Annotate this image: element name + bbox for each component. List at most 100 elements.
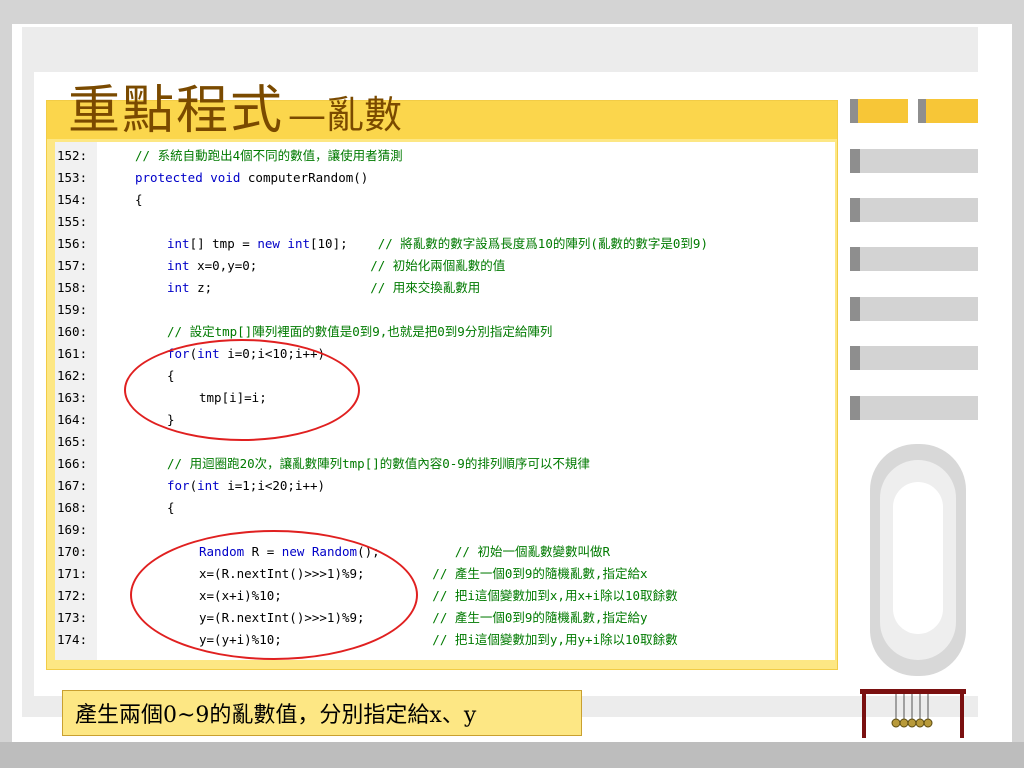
decor-bar [918,99,978,123]
decor-oval [893,482,943,634]
decor-bar [850,149,978,173]
line-number: 156: [57,236,88,251]
decor-bar [850,396,860,420]
code-line: 169: [55,519,835,541]
line-number: 160: [57,324,88,339]
code-line: 155: [55,211,835,233]
code-line: 154: { [55,189,835,211]
code-keyword: void [210,170,241,185]
decor-bar [850,149,860,173]
decor-bar [918,99,926,123]
code-text: // 系統自動跑出4個不同的數值，讓使用者猜測 [135,145,403,167]
decor-bar [850,346,860,370]
code-keyword: int [287,236,310,251]
slide-title-main: 重點程式 [68,81,285,141]
code-comment: // 將亂數的數字設爲長度爲10的陣列(亂數的數字是0到9) [377,236,708,251]
line-number: 161: [57,346,88,361]
code-line: 166: // 用迴圈跑20次，讓亂數陣列tmp[]的數值內容0-9的排列順序可以… [55,453,835,475]
line-number: 172: [57,588,88,603]
code-comment: // 把i這個變數加到y,用y+i除以10取餘數 [432,632,678,647]
code-token: computerRandom() [240,170,369,185]
decor-bar [850,99,858,123]
code-keyword: protected [135,170,203,185]
code-token: z; [189,280,371,295]
code-token: { [167,500,175,515]
decor-bar [850,346,978,370]
line-number: 159: [57,302,88,317]
code-keyword: int [167,258,190,273]
code-keyword: new [257,236,280,251]
code-comment: // 初始化兩個亂數的值 [370,258,506,273]
slide-title: 重點程式 —亂數 [68,68,402,141]
line-number: 165: [57,434,88,449]
line-number: 170: [57,544,88,559]
line-number: 166: [57,456,88,471]
code-line: 160: // 設定tmp[]陣列裡面的數值是0到9,也就是把0到9分別指定給陣列 [55,321,835,343]
caption-box: 產生兩個0~9的亂數值，分別指定給x、y [62,690,582,736]
line-number: 171: [57,566,88,581]
code-line: 157: int x=0,y=0; // 初始化兩個亂數的值 [55,255,835,277]
code-keyword: int [167,236,190,251]
decor-bar [850,297,860,321]
decor-bar [850,247,978,271]
code-line: 168: { [55,497,835,519]
newtons-cradle-icon [860,689,966,738]
code-comment: // 產生一個0到9的隨機亂數,指定給x [432,566,648,581]
line-number: 153: [57,170,88,185]
code-token: [10]; [310,236,378,251]
line-number: 158: [57,280,88,295]
code-line: 153: protected void computerRandom() [55,167,835,189]
line-number: 154: [57,192,88,207]
code-text: int x=0,y=0; // 初始化兩個亂數的值 [167,255,505,277]
code-text: { [135,189,143,211]
line-number: 168: [57,500,88,515]
decor-bar [850,198,860,222]
line-number: 164: [57,412,88,427]
bottom-band [0,742,1024,768]
code-comment: // 產生一個0到9的隨機亂數,指定給y [432,610,648,625]
decor-bar [850,297,978,321]
line-number: 167: [57,478,88,493]
code-text: int[] tmp = new int[10]; // 將亂數的數字設爲長度爲1… [167,233,708,255]
decor-bar [850,247,860,271]
decor-bar [850,396,978,420]
highlight-circle [124,339,360,441]
code-text: // 用迴圈跑20次，讓亂數陣列tmp[]的數值內容0-9的排列順序可以不規律 [167,453,590,475]
code-token: [] tmp = [189,236,258,251]
code-line: 152: // 系統自動跑出4個不同的數值，讓使用者猜測 [55,145,835,167]
code-text: { [167,497,175,519]
line-number: 173: [57,610,88,625]
line-number: 162: [57,368,88,383]
code-keyword: for [167,478,190,493]
code-line: 158: int z; // 用來交換亂數用 [55,277,835,299]
highlight-circle [130,530,418,660]
slide-title-suffix: —亂數 [288,93,403,137]
code-comment: // 系統自動跑出4個不同的數值，讓使用者猜測 [135,148,403,163]
code-line: 165: [55,431,835,453]
code-line: 167: for(int i=1;i<20;i++) [55,475,835,497]
code-comment: // 用迴圈跑20次，讓亂數陣列tmp[]的數值內容0-9的排列順序可以不規律 [167,456,590,471]
line-number: 157: [57,258,88,273]
code-token: i=1;i<20;i++) [219,478,326,493]
line-number: 152: [57,148,88,163]
code-text: int z; // 用來交換亂數用 [167,277,480,299]
line-number: 174: [57,632,88,647]
code-token: ( [189,478,198,493]
code-keyword: int [167,280,190,295]
decor-bar [850,198,978,222]
code-token: x=0,y=0; [189,258,371,273]
code-line: 156: int[] tmp = new int[10]; // 將亂數的數字設爲… [55,233,835,255]
line-number: 169: [57,522,88,537]
line-number: 163: [57,390,88,405]
code-comment: // 設定tmp[]陣列裡面的數值是0到9,也就是把0到9分別指定給陣列 [167,324,553,339]
decor-bar [850,99,908,123]
code-text: protected void computerRandom() [135,167,368,189]
code-comment: // 初始一個亂數變數叫做R [454,544,611,559]
code-line: 159: [55,299,835,321]
code-comment: // 把i這個變數加到x,用x+i除以10取餘數 [432,588,678,603]
line-number: 155: [57,214,88,229]
code-text: for(int i=1;i<20;i++) [167,475,325,497]
code-token: { [135,192,143,207]
code-comment: // 用來交換亂數用 [370,280,481,295]
code-keyword: int [197,478,220,493]
